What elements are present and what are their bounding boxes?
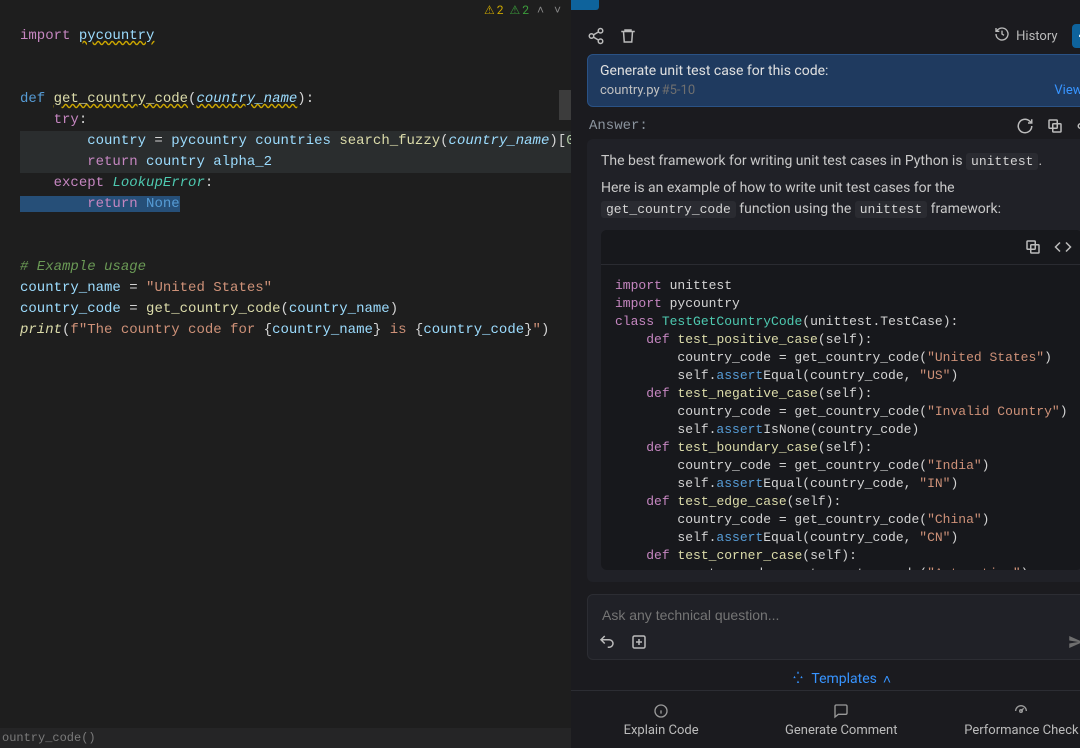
generate-comment-button[interactable]: Generate Comment	[751, 691, 931, 748]
warning-indicator-2[interactable]: ⚠ 2	[509, 3, 529, 17]
inline-code-unittest2: unittest	[855, 201, 927, 218]
next-diagnostic-button[interactable]: ˅	[552, 3, 563, 17]
inline-code-unittest: unittest	[966, 153, 1038, 170]
suggestion-hint: ountry_code()	[0, 728, 571, 748]
view-link[interactable]: View	[1054, 83, 1080, 98]
copy-answer-icon[interactable]	[1046, 117, 1064, 135]
bottom-actions: Explain Code Generate Comment Performanc…	[571, 690, 1080, 748]
copy-code-icon[interactable]	[1024, 238, 1042, 256]
regenerate-icon[interactable]	[1016, 117, 1034, 135]
code-editor[interactable]: ⚠ 2 ⚠ 2 ˄ ˅ import pycountrydef get_coun…	[0, 0, 571, 748]
panel-tabs	[571, 0, 1080, 14]
warning-triangle-icon: ⚠	[484, 3, 495, 17]
prev-diagnostic-button[interactable]: ˄	[535, 3, 546, 17]
editor-diagnostics-bar: ⚠ 2 ⚠ 2 ˄ ˅	[0, 0, 571, 20]
file-name: country.py	[600, 83, 660, 98]
undo-icon[interactable]	[598, 633, 616, 651]
templates-icon	[791, 670, 805, 688]
inline-code-fn: get_country_code	[601, 201, 736, 218]
gauge-icon	[1013, 703, 1029, 719]
explain-code-button[interactable]: Explain Code	[571, 691, 751, 748]
chevron-up-icon: ˄	[883, 671, 891, 688]
assistant-panel: History + Generate unit test case for th…	[571, 0, 1080, 748]
templates-toggle[interactable]: Templates ˄	[571, 668, 1080, 690]
code-block: import unittestimport pycountryclass Tes…	[601, 230, 1080, 570]
attach-code-icon[interactable]	[630, 633, 648, 651]
templates-label: Templates	[811, 671, 877, 687]
warning-count-1: 2	[497, 3, 504, 17]
ask-box	[587, 594, 1080, 660]
share-icon[interactable]	[587, 27, 605, 45]
explain-code-label: Explain Code	[624, 723, 699, 738]
new-chat-button[interactable]: +	[1072, 24, 1080, 48]
performance-check-label: Performance Check	[964, 723, 1078, 738]
info-icon	[653, 703, 669, 719]
history-button[interactable]: History	[994, 26, 1057, 46]
prompt-instruction: Generate unit test case for this code:	[600, 63, 1080, 79]
code-block-content[interactable]: import unittestimport pycountryclass Tes…	[601, 265, 1080, 570]
warning-indicator-1[interactable]: ⚠ 2	[484, 3, 504, 17]
share-answer-icon[interactable]	[1076, 117, 1080, 135]
active-tab-indicator[interactable]	[571, 0, 599, 10]
generate-comment-label: Generate Comment	[785, 723, 897, 738]
prompt-card: Generate unit test case for this code: c…	[587, 54, 1080, 107]
answer-label-row: Answer:	[589, 117, 1080, 135]
comment-icon	[833, 703, 849, 719]
panel-toolbar: History +	[571, 14, 1080, 54]
trash-icon[interactable]	[619, 27, 637, 45]
answer-paragraph-2: Here is an example of how to write unit …	[601, 178, 1080, 220]
minimap-scrollbar[interactable]	[559, 90, 571, 120]
file-reference: country.py #5-10 View	[600, 83, 1080, 98]
warning-triangle-outline-icon: ⚠	[509, 3, 520, 17]
performance-check-button[interactable]: Performance Check	[931, 691, 1080, 748]
line-range: #5-10	[662, 83, 696, 98]
editor-content[interactable]: import pycountrydef get_country_code(cou…	[0, 20, 571, 341]
send-icon[interactable]	[1067, 633, 1080, 651]
answer-label: Answer:	[589, 118, 648, 134]
insert-code-icon[interactable]	[1054, 238, 1072, 256]
warning-count-2: 2	[522, 3, 529, 17]
answer-paragraph-1: The best framework for writing unit test…	[601, 151, 1080, 172]
answer-body: The best framework for writing unit test…	[587, 139, 1080, 582]
history-icon	[994, 26, 1010, 46]
ask-toolbar	[588, 627, 1080, 659]
ask-input[interactable]	[588, 595, 1080, 627]
history-label: History	[1016, 29, 1057, 44]
code-block-toolbar	[601, 230, 1080, 265]
